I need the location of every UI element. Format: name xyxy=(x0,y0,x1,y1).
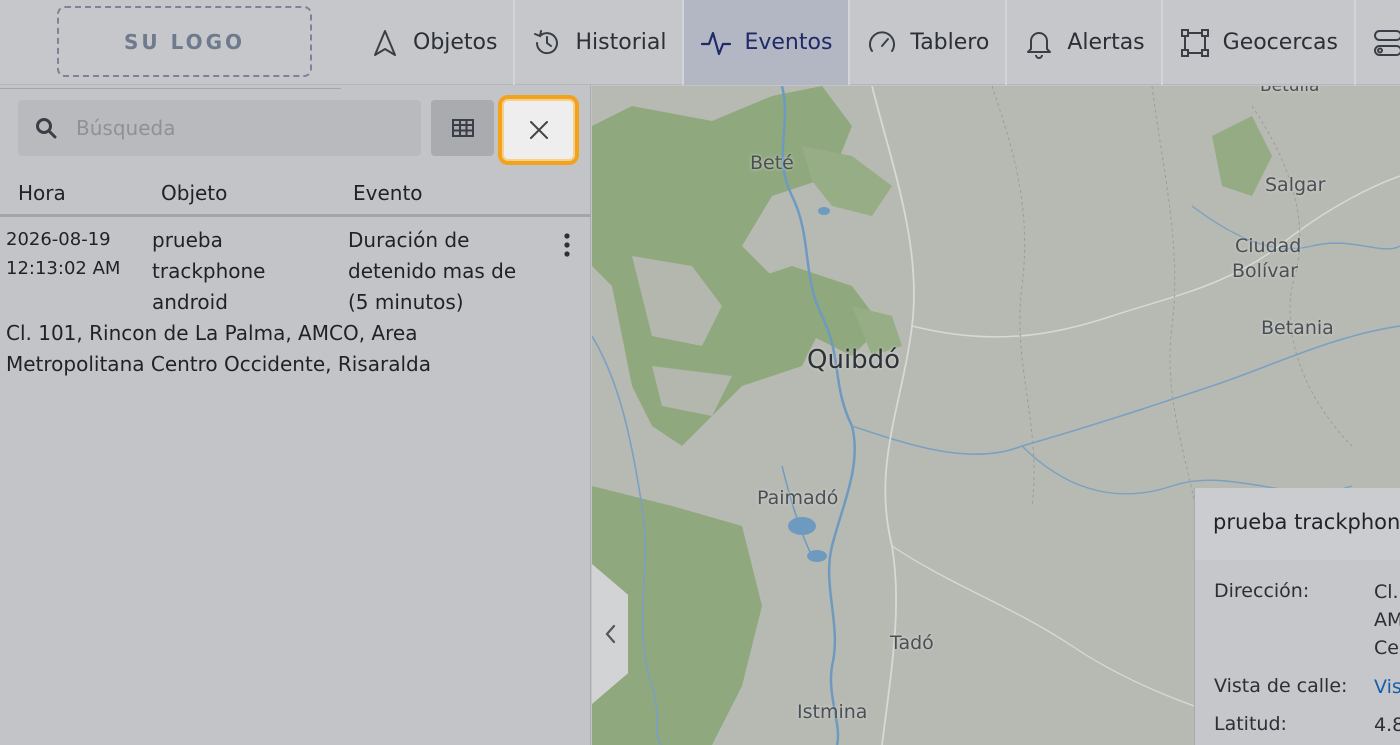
route-icon xyxy=(1373,29,1400,56)
nav-item-tablero[interactable]: Tablero xyxy=(850,0,1008,85)
nav-item-rutas[interactable]: R xyxy=(1356,0,1400,85)
history-icon xyxy=(534,29,559,54)
popup-value-direccion: Cl. AM Ce xyxy=(1374,578,1400,662)
event-object: prueba trackphone android xyxy=(152,225,266,318)
nav-item-historial[interactable]: Historial xyxy=(515,0,685,85)
map-place-label: Istmina xyxy=(797,701,868,723)
address-line: Cl. 101, Rincon de La Palma, AMCO, Area xyxy=(6,321,418,345)
bell-icon xyxy=(1027,31,1052,59)
event-clock: 12:13:02 AM xyxy=(6,258,121,279)
street-view-link[interactable]: Vis xyxy=(1374,673,1400,701)
event-date: 2026-08-19 xyxy=(6,229,111,250)
event-line: detenido mas de xyxy=(348,259,517,283)
nav-item-alertas[interactable]: Alertas xyxy=(1007,0,1163,85)
search-input[interactable] xyxy=(76,116,376,140)
column-header-evento[interactable]: Evento xyxy=(353,181,423,205)
close-button[interactable] xyxy=(498,95,579,165)
map-place-label: Salgar xyxy=(1265,174,1326,196)
column-header-objeto[interactable]: Objeto xyxy=(161,181,227,205)
direccion-line: AM xyxy=(1374,609,1400,631)
table-view-button[interactable] xyxy=(431,100,494,156)
object-line: trackphone xyxy=(152,259,266,283)
search-icon xyxy=(36,118,57,139)
nav-item-objetos[interactable]: Objetos xyxy=(355,0,516,85)
more-vertical-icon[interactable] xyxy=(556,231,578,261)
table-icon xyxy=(451,119,474,137)
nav-label: Historial xyxy=(575,30,667,55)
navigation-arrow-icon xyxy=(374,29,396,56)
nav-label: Objetos xyxy=(413,30,498,55)
logo-placeholder[interactable]: SU LOGO xyxy=(57,6,312,77)
nav-label: Geocercas xyxy=(1222,30,1338,55)
top-navigation-bar: SU LOGO Objetos Historial Eventos Tabler… xyxy=(0,0,1400,85)
nav-item-eventos[interactable]: Eventos xyxy=(684,0,851,85)
panel-divider xyxy=(0,86,341,89)
map-place-label: Betania xyxy=(1261,317,1334,339)
events-panel: Hora Objeto Evento 2026-08-19 12:13:02 A… xyxy=(0,86,591,745)
event-description: Duración de detenido mas de (5 minutos) xyxy=(348,225,516,318)
popup-title: prueba trackphone android xyxy=(1195,488,1400,560)
nav-label: Eventos xyxy=(744,30,833,55)
main-nav: Objetos Historial Eventos Tablero Alerta… xyxy=(355,0,1400,85)
map-place-label: Bolívar xyxy=(1232,260,1298,282)
direccion-line: Cl. xyxy=(1374,581,1399,603)
popup-label-direccion: Dirección: xyxy=(1214,580,1310,602)
map-place-label: Betulia xyxy=(1260,86,1320,96)
map-place-label: Beté xyxy=(750,152,794,174)
object-line: android xyxy=(152,290,228,314)
nav-label: Tablero xyxy=(910,30,990,55)
direccion-line: Ce xyxy=(1374,637,1399,659)
map-place-label: Quibdó xyxy=(807,345,901,375)
gauge-icon xyxy=(869,30,896,52)
popup-label-latitud: Latitud: xyxy=(1214,713,1287,735)
popup-value-latitud: 4.8 xyxy=(1374,714,1400,736)
activity-pulse-icon xyxy=(701,31,732,55)
table-header: Hora Objeto Evento xyxy=(0,177,591,217)
geofence-icon xyxy=(1180,28,1209,57)
nav-label: Alertas xyxy=(1067,30,1145,55)
nav-item-geocercas[interactable]: Geocercas xyxy=(1163,0,1356,85)
event-time: 2026-08-19 12:13:02 AM xyxy=(6,225,120,283)
map-place-label: Paimadó xyxy=(757,487,839,509)
map-place-label: Ciudad xyxy=(1235,235,1302,257)
object-info-popup: prueba trackphone android Dirección: Cl.… xyxy=(1194,488,1400,745)
event-address: Cl. 101, Rincon de La Palma, AMCO, Area … xyxy=(6,318,566,380)
map-place-label: Tadó xyxy=(890,632,934,654)
chevron-left-icon xyxy=(605,624,616,644)
address-line: Metropolitana Centro Occidente, Risarald… xyxy=(6,352,431,376)
search-box[interactable] xyxy=(18,100,421,156)
popup-label-vista: Vista de calle: xyxy=(1214,675,1348,697)
column-header-hora[interactable]: Hora xyxy=(18,181,66,205)
event-line: Duración de xyxy=(348,228,470,252)
event-line: (5 minutos) xyxy=(348,290,464,314)
object-line: prueba xyxy=(152,228,223,252)
close-icon xyxy=(529,121,548,139)
